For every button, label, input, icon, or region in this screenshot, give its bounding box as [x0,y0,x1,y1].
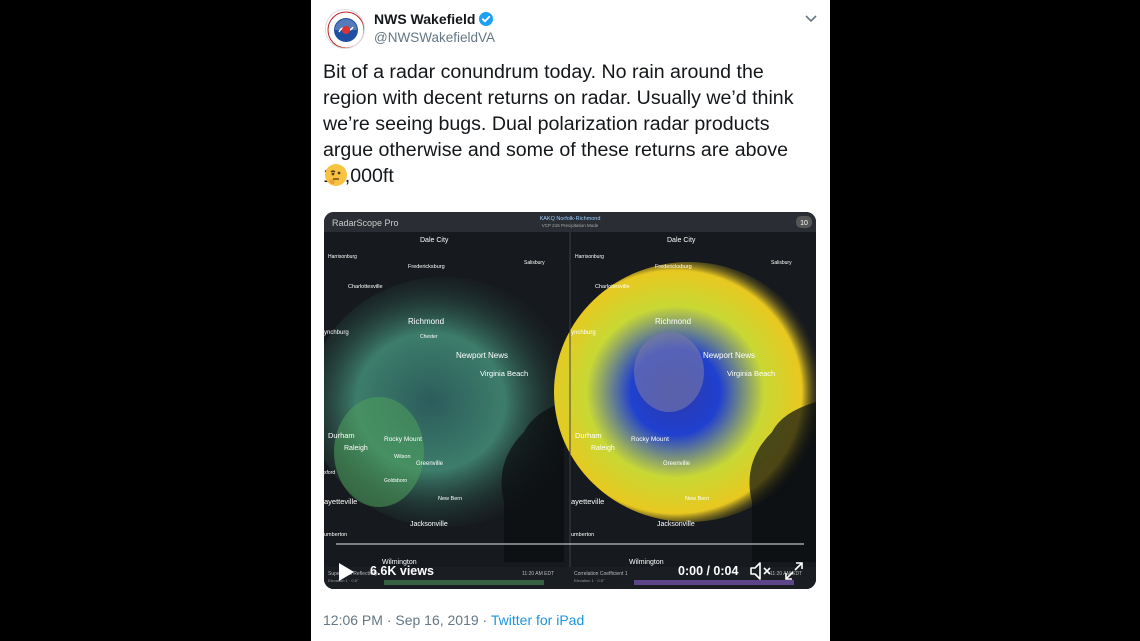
frame-badge: 10 [800,220,808,227]
city-greenville: Greenville [416,461,444,467]
city-lumberton: umberton [324,532,347,538]
radar-video-frame: RadarScope Pro KAKQ Norfolk-Richmond VCP… [324,212,816,589]
fullscreen-icon[interactable] [784,561,804,581]
city-charlottesville: Charlottesville [595,284,630,290]
city-lynchburg: ynchburg [571,330,596,336]
right-product-label: Correlation Coefficient 1 [574,571,628,577]
app-name: RadarScope Pro [332,218,399,228]
correlation-coefficient-panel [554,232,816,567]
volume-muted-icon[interactable] [749,560,773,582]
city-jacksonville: Jacksonville [657,521,695,528]
city-salisbury: Salisbury [524,260,545,266]
city-virginia-beach: Virginia Beach [727,369,775,378]
city-harrisonburg: Harrisonburg [328,254,357,260]
verified-badge-icon [479,12,494,26]
city-chester: Chester [420,334,438,340]
video-player[interactable]: RadarScope Pro KAKQ Norfolk-Richmond VCP… [324,212,816,589]
footer-separator: · [478,612,491,628]
city-newport-news: Newport News [703,351,755,360]
city-richmond: Richmond [655,317,691,326]
tweet-timestamp[interactable]: 12:06 PM · Sep 16, 2019 [323,612,479,628]
right-elevation-label: Elevation 1 · 0.5° [574,578,605,583]
city-fayetteville: ayetteville [324,497,357,506]
city-oxford: xford [324,470,335,476]
tweet-card: NWS Wakefield @NWSWakefieldVA Bit of a r… [311,0,830,641]
city-jacksonville: Jacksonville [410,521,448,528]
city-durham: Durham [575,431,602,440]
city-dale-city: Dale City [667,237,696,244]
city-richmond: Richmond [408,317,444,326]
city-fayetteville: ayetteville [571,497,604,506]
city-new-bern: New Bern [438,496,462,502]
user-handle[interactable]: @NWSWakefieldVA [374,30,495,45]
chevron-down-icon[interactable] [803,10,819,26]
video-time: 0:00 / 0:04 [678,564,739,578]
reflectivity-panel [324,232,579,567]
thinking-face-emoji-icon [325,164,347,186]
city-lumberton: umberton [571,532,594,538]
city-dale-city: Dale City [420,237,449,244]
mode-label: VCP 215 Precipitation Mode [542,223,599,228]
city-harrisonburg: Harrisonburg [575,254,604,260]
city-salisbury: Salisbury [771,260,792,266]
city-fredericksburg: Fredericksburg [408,264,445,270]
city-greenville: Greenville [663,461,691,467]
city-virginia-beach: Virginia Beach [480,369,528,378]
city-raleigh: Raleigh [591,445,615,452]
tweet-footer: 12:06 PM · Sep 16, 2019 · Twitter for iP… [323,612,584,628]
city-charlottesville: Charlottesville [348,284,383,290]
play-icon[interactable] [337,562,355,582]
city-newport-news: Newport News [456,351,508,360]
city-lynchburg: ynchburg [324,330,349,336]
station-label: KAKQ Norfolk-Richmond [540,216,601,222]
city-raleigh: Raleigh [344,445,368,452]
tweet-text: Bit of a radar conundrum today. No rain … [323,61,794,187]
city-wilmington: Wilmington [629,559,664,566]
nws-logo-avatar[interactable] [325,9,365,49]
display-name-text[interactable]: NWS Wakefield [374,11,475,27]
city-rocky-mount: Rocky Mount [384,436,422,443]
left-time-label: 11:20 AM EDT [522,571,554,577]
tweet-source-link[interactable]: Twitter for iPad [491,612,584,628]
city-fredericksburg: Fredericksburg [655,264,692,270]
city-new-bern: New Bern [685,496,709,502]
city-wilson: Wilson [394,454,411,460]
display-name[interactable]: NWS Wakefield [374,11,494,27]
view-count: 6.6K views [370,564,434,578]
city-goldsboro: Goldsboro [384,478,407,484]
city-rocky-mount: Rocky Mount [631,436,669,443]
video-progress-bar[interactable] [336,543,804,545]
city-durham: Durham [328,431,355,440]
